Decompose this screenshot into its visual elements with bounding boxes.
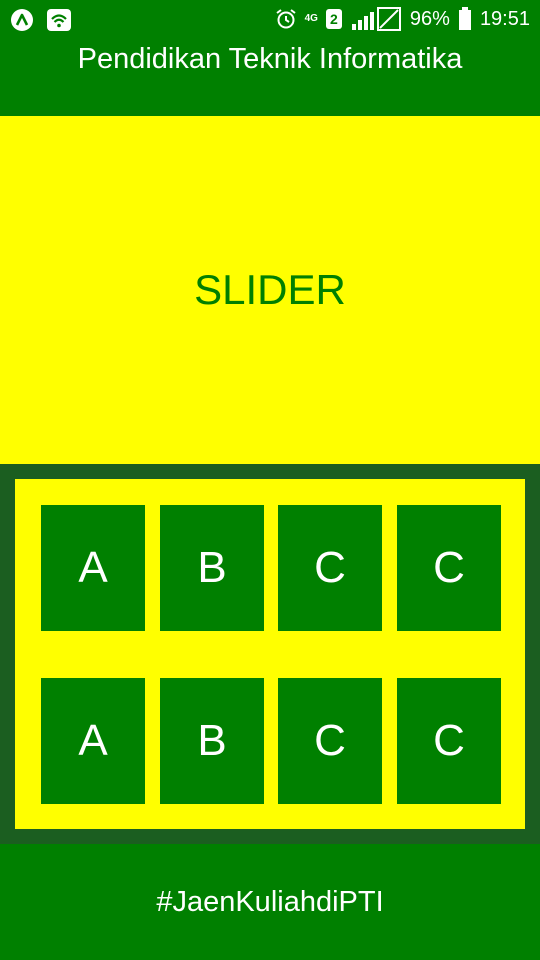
menu-grid-frame: A B C C A B C C bbox=[0, 464, 540, 844]
network-type-label: 4G bbox=[304, 13, 318, 24]
alarm-icon bbox=[275, 8, 297, 30]
menu-grid: A B C C A B C C bbox=[15, 479, 525, 829]
grid-tile-a[interactable]: A bbox=[41, 505, 145, 631]
signal-icon bbox=[350, 6, 402, 32]
grid-tile-c[interactable]: C bbox=[397, 678, 501, 804]
sim-slot-badge: 2 bbox=[325, 9, 342, 29]
status-left-icons bbox=[10, 8, 72, 32]
footer: #JaenKuliahdiPTI bbox=[0, 844, 540, 960]
status-bar: 4G 2 96% 19:51 bbox=[0, 0, 540, 40]
grid-tile-b[interactable]: B bbox=[160, 678, 264, 804]
slider-banner[interactable]: SLIDER bbox=[0, 116, 540, 464]
battery-icon bbox=[458, 7, 472, 31]
grid-tile-c[interactable]: C bbox=[278, 678, 382, 804]
footer-hashtag: #JaenKuliahdiPTI bbox=[156, 885, 384, 918]
status-time: 19:51 bbox=[479, 7, 530, 30]
page-title: Pendidikan Teknik Informatika bbox=[77, 43, 463, 75]
grid-tile-c[interactable]: C bbox=[397, 505, 501, 631]
wifi-icon bbox=[46, 8, 72, 32]
grid-tile-b[interactable]: B bbox=[160, 505, 264, 631]
grid-tile-c[interactable]: C bbox=[278, 505, 382, 631]
battery-percent: 96% bbox=[409, 7, 450, 30]
grid-tile-a[interactable]: A bbox=[41, 678, 145, 804]
slider-label: SLIDER bbox=[194, 266, 346, 313]
app-a-icon bbox=[10, 8, 34, 32]
status-right-icons: 4G 2 96% 19:51 bbox=[275, 6, 530, 32]
app-header: Pendidikan Teknik Informatika bbox=[0, 40, 540, 116]
